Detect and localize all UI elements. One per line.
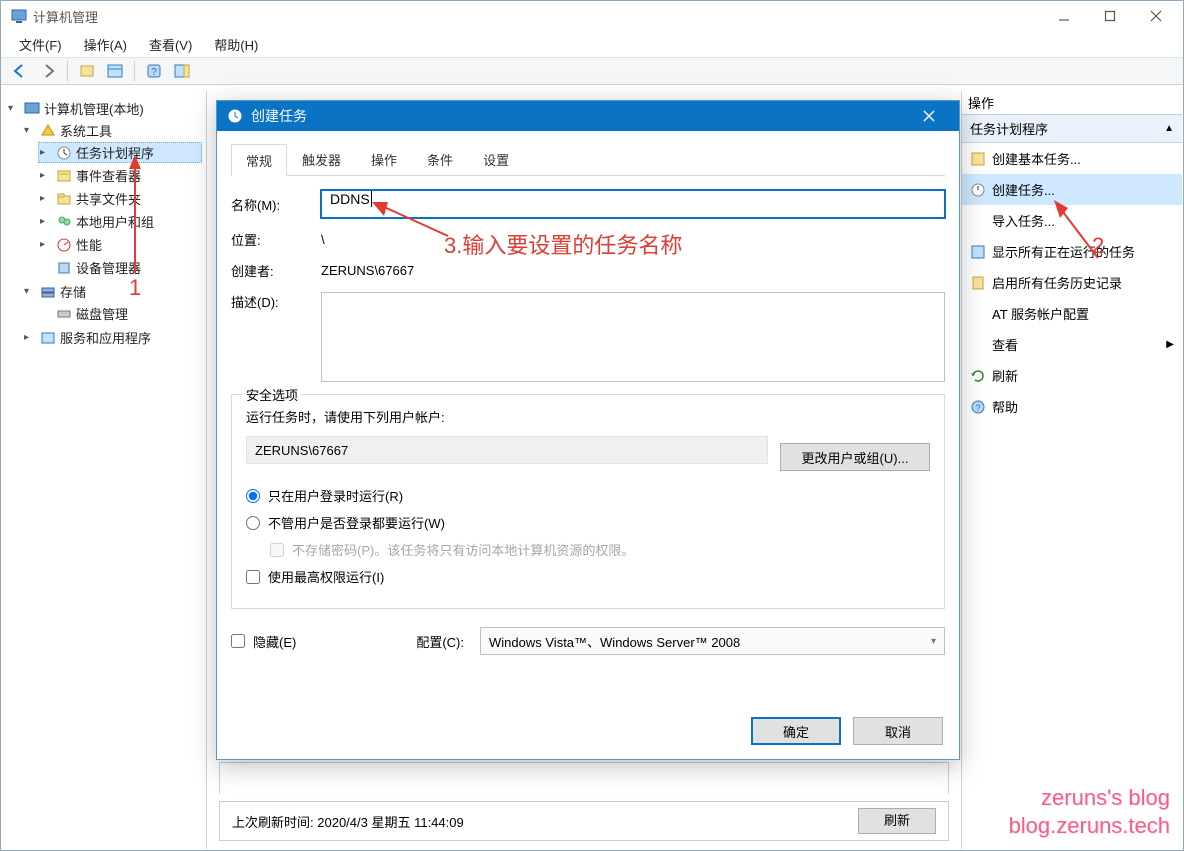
radio-run-always[interactable]: 不管用户是否登录都要运行(W) [246, 513, 930, 532]
checkbox-hidden[interactable]: 隐藏(E) [231, 632, 296, 651]
action-show-running[interactable]: 显示所有正在运行的任务 [962, 236, 1182, 267]
app-icon [11, 8, 27, 24]
ok-button[interactable]: 确定 [751, 717, 841, 745]
config-select[interactable]: Windows Vista™、Windows Server™ 2008 ▾ [480, 627, 945, 655]
tab-settings[interactable]: 设置 [468, 143, 524, 175]
creator-value: ZERUNS\67667 [321, 263, 945, 278]
menu-help[interactable]: 帮助(H) [206, 33, 266, 56]
create-task-dialog: 创建任务 常规 触发器 操作 条件 设置 名称(M): DDNS 位置: \ 创… [216, 100, 960, 760]
name-input[interactable]: DDNS [321, 190, 945, 218]
creator-label: 创建者: [231, 261, 321, 280]
tree-services-apps[interactable]: ▸ 服务和应用程序 [22, 327, 202, 348]
action-refresh[interactable]: 刷新 [962, 360, 1182, 391]
location-value: \ [321, 232, 945, 247]
description-input[interactable] [321, 292, 945, 382]
action-enable-history[interactable]: 启用所有任务历史记录 [962, 267, 1182, 298]
center-truncated-row [219, 762, 949, 794]
tree-disk-mgmt[interactable]: ▸ 磁盘管理 [38, 303, 202, 324]
dialog-tabs: 常规 触发器 操作 条件 设置 [231, 143, 945, 176]
tree-storage[interactable]: ▾ 存储 [22, 281, 202, 302]
tree-local-users[interactable]: ▸ 本地用户和组 [38, 211, 202, 232]
action-view[interactable]: 查看▶ [962, 329, 1182, 360]
last-refresh-value: 2020/4/3 星期五 11:44:09 [317, 815, 463, 830]
action-help[interactable]: ?帮助 [962, 391, 1182, 422]
collapse-icon: ▲ [1164, 123, 1174, 134]
svg-text:?: ? [151, 67, 157, 78]
toolbar-properties-button[interactable] [76, 60, 98, 82]
chevron-down-icon: ▾ [931, 636, 936, 647]
tree-performance[interactable]: ▸ 性能 [38, 234, 202, 255]
nav-back-button[interactable] [9, 60, 31, 82]
titlebar: 计算机管理 [1, 1, 1183, 31]
radio-run-logged-on[interactable]: 只在用户登录时运行(R) [246, 486, 930, 505]
dialog-titlebar: 创建任务 [217, 101, 959, 131]
navigation-tree[interactable]: ▾ 计算机管理(本地) ▾ 系统工具 [2, 91, 207, 849]
description-label: 描述(D): [231, 292, 321, 311]
tree-device-manager[interactable]: ▸ 设备管理器 [38, 257, 202, 278]
actions-pane: 操作 任务计划程序 ▲ 创建基本任务... 创建任务... 导入任务... 显示… [962, 91, 1182, 849]
checkbox-no-password: 不存储密码(P)。该任务将只有访问本地计算机资源的权限。 [270, 540, 930, 559]
actions-header: 操作 [962, 91, 1182, 115]
tree-event-viewer[interactable]: ▸ 事件查看器 [38, 165, 202, 186]
tab-general[interactable]: 常规 [231, 144, 287, 176]
dialog-title: 创建任务 [251, 106, 307, 126]
close-button[interactable] [1133, 2, 1179, 30]
toolbar-view-button[interactable] [104, 60, 126, 82]
tree-shared-folders[interactable]: ▸ 共享文件夹 [38, 188, 202, 209]
last-refresh-label: 上次刷新时间: [232, 815, 314, 830]
checkbox-highest-priv[interactable]: 使用最高权限运行(I) [246, 567, 930, 586]
chevron-right-icon: ▶ [1166, 339, 1174, 350]
actions-section-title[interactable]: 任务计划程序 ▲ [962, 115, 1182, 143]
cancel-button[interactable]: 取消 [853, 717, 943, 745]
clock-icon [227, 108, 243, 124]
refresh-button[interactable]: 刷新 [858, 808, 936, 834]
menu-action[interactable]: 操作(A) [76, 33, 135, 56]
toolbar-help-button[interactable]: ? [143, 60, 165, 82]
location-label: 位置: [231, 230, 321, 249]
runas-prompt: 运行任务时，请使用下列用户帐户: [246, 407, 930, 426]
minimize-button[interactable] [1041, 2, 1087, 30]
action-import-task[interactable]: 导入任务... [962, 205, 1182, 236]
tree-system-tools[interactable]: ▾ 系统工具 [22, 120, 202, 141]
refresh-bar: 上次刷新时间: 2020/4/3 星期五 11:44:09 刷新 [219, 801, 949, 841]
action-create-task[interactable]: 创建任务... [962, 174, 1182, 205]
change-user-button[interactable]: 更改用户或组(U)... [780, 443, 930, 471]
dialog-close-button[interactable] [909, 101, 949, 131]
tree-task-scheduler[interactable]: ▸ 任务计划程序 [38, 142, 202, 163]
menu-bar: 文件(F) 操作(A) 查看(V) 帮助(H) [1, 31, 1183, 57]
toolbar: ? [1, 57, 1183, 85]
action-create-basic-task[interactable]: 创建基本任务... [962, 143, 1182, 174]
security-options-group: 安全选项 运行任务时，请使用下列用户帐户: ZERUNS\67667 更改用户或… [231, 394, 945, 609]
svg-text:?: ? [975, 403, 980, 413]
toolbar-action-pane-button[interactable] [171, 60, 193, 82]
nav-forward-button[interactable] [37, 60, 59, 82]
menu-view[interactable]: 查看(V) [141, 33, 200, 56]
tree-root-label: 计算机管理(本地) [44, 99, 144, 118]
maximize-button[interactable] [1087, 2, 1133, 30]
action-at-account[interactable]: AT 服务帐户配置 [962, 298, 1182, 329]
user-account-display: ZERUNS\67667 [246, 436, 768, 464]
tree-root[interactable]: ▾ 计算机管理(本地) [6, 98, 202, 119]
security-legend: 安全选项 [242, 385, 302, 404]
tab-actions[interactable]: 操作 [356, 143, 412, 175]
tab-conditions[interactable]: 条件 [412, 143, 468, 175]
window-title: 计算机管理 [33, 7, 98, 26]
name-label: 名称(M): [231, 195, 321, 214]
menu-file[interactable]: 文件(F) [11, 33, 70, 56]
tab-triggers[interactable]: 触发器 [287, 143, 356, 175]
config-label: 配置(C): [416, 632, 464, 651]
